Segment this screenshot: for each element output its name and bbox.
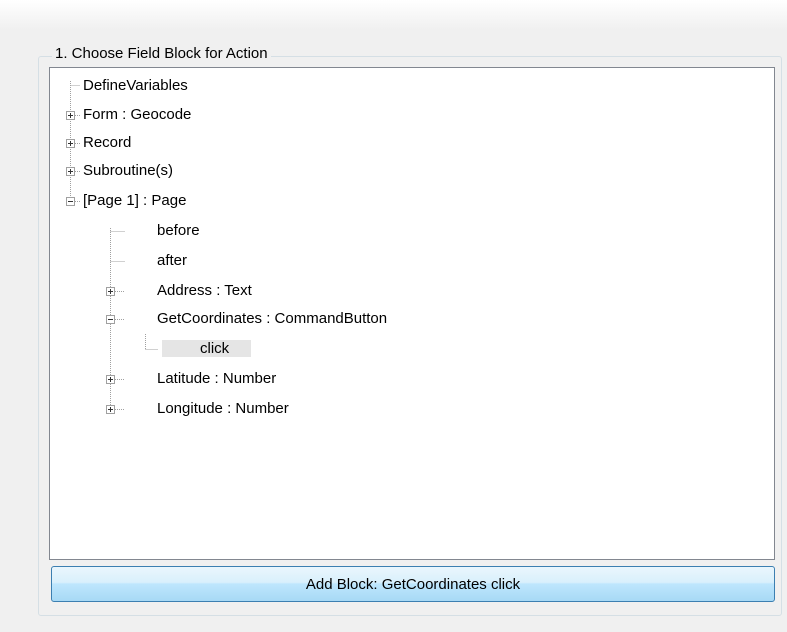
tree-node-label: Address : Text	[157, 282, 252, 299]
tree-node-label: Latitude : Number	[157, 370, 277, 387]
tree-node-label: after	[157, 252, 188, 269]
tree-node-before[interactable]: before	[155, 220, 202, 242]
window-background	[0, 0, 787, 30]
tree-node-page-1[interactable]: [Page 1] : Page	[81, 190, 188, 212]
expand-plus-icon[interactable]	[106, 375, 115, 384]
tree-node-longitude-number[interactable]: Longitude : Number	[155, 398, 291, 420]
tree-node-label: Subroutine(s)	[83, 162, 174, 179]
tree-node-label: before	[157, 222, 200, 239]
tree-node-click-selected[interactable]: click	[162, 338, 252, 360]
tree-node-latitude-number[interactable]: Latitude : Number	[155, 368, 278, 390]
tree-node-define-variables[interactable]: DefineVariables	[81, 75, 190, 97]
groupbox-title: 1. Choose Field Block for Action	[52, 45, 271, 63]
collapse-minus-icon[interactable]	[106, 315, 115, 324]
collapse-minus-icon[interactable]	[66, 197, 75, 206]
expand-plus-icon[interactable]	[106, 287, 115, 296]
expand-plus-icon[interactable]	[66, 111, 75, 120]
expand-plus-icon[interactable]	[66, 167, 75, 176]
add-block-button[interactable]: Add Block: GetCoordinates click	[51, 566, 775, 602]
tree-node-after[interactable]: after	[155, 250, 189, 272]
tree-node-label: Form : Geocode	[83, 106, 192, 123]
tree-node-label: Longitude : Number	[157, 400, 289, 417]
tree-node-label: GetCoordinates : CommandButton	[157, 310, 388, 327]
tree-node-subroutines[interactable]: Subroutine(s)	[81, 160, 175, 182]
tree-node-label: DefineVariables	[83, 77, 188, 94]
tree-node-getcoordinates[interactable]: GetCoordinates : CommandButton	[155, 308, 389, 330]
tree-node-record[interactable]: Record	[81, 132, 133, 154]
expand-plus-icon[interactable]	[106, 405, 115, 414]
tree-node-address-text[interactable]: Address : Text	[155, 280, 254, 302]
tree-node-label: click	[162, 340, 252, 357]
tree-node-label: Record	[83, 134, 132, 151]
tree-node-label: [Page 1] : Page	[83, 192, 187, 209]
tree-node-form-geocode[interactable]: Form : Geocode	[81, 104, 193, 126]
expand-plus-icon[interactable]	[66, 139, 75, 148]
field-block-tree[interactable]: DefineVariables Form : Geocode Record Su…	[49, 67, 775, 560]
